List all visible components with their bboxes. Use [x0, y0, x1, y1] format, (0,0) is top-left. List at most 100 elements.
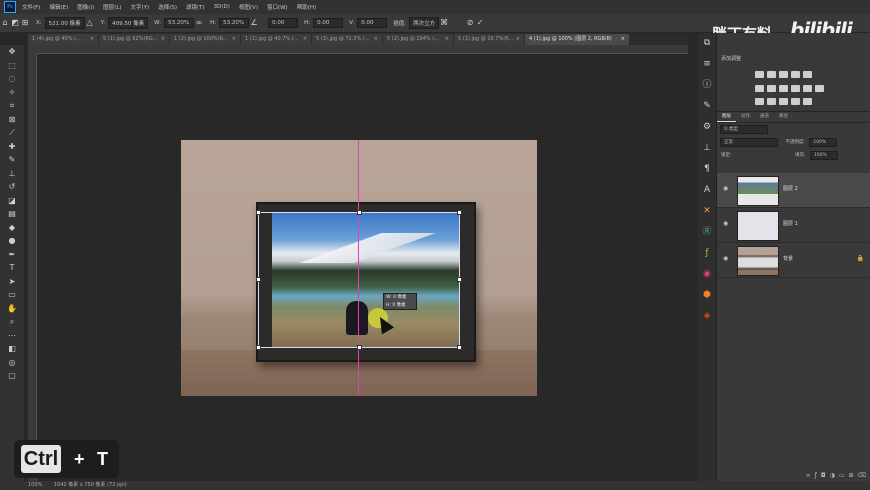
color-balance-icon[interactable]: [767, 85, 776, 92]
invert-icon[interactable]: [755, 98, 764, 105]
menu-edit[interactable]: 编辑(E): [49, 3, 68, 11]
zoom-level[interactable]: 100%: [28, 482, 42, 488]
warp-icon[interactable]: ⌘: [439, 18, 449, 28]
doc-tab[interactable]: 1 (4).jpg @ 40% (... ×: [28, 34, 98, 45]
layer-name[interactable]: 背景: [783, 255, 793, 262]
character-panel-icon[interactable]: A: [698, 180, 716, 201]
menu-file[interactable]: 文件(F): [22, 3, 40, 11]
eyedropper-tool-icon[interactable]: ⟋: [0, 126, 24, 140]
commit-transform-icon[interactable]: ✓: [475, 18, 485, 28]
menu-3d[interactable]: 3D(D): [214, 4, 230, 10]
visibility-eye-icon[interactable]: ◉: [723, 255, 731, 262]
exposure-icon[interactable]: [791, 71, 800, 78]
hue-saturation-icon[interactable]: [755, 85, 764, 92]
transform-handle-top-left[interactable]: [256, 210, 261, 215]
rotation-input[interactable]: 0.00: [268, 18, 299, 28]
document-info[interactable]: 1042 像素 x 750 像素 (72 ppi): [54, 482, 127, 488]
cancel-transform-icon[interactable]: ⊘: [465, 18, 475, 28]
color-lookup-icon[interactable]: [815, 85, 824, 92]
screen-mode-icon[interactable]: ▢: [0, 369, 24, 383]
menu-image[interactable]: 图像(I): [77, 3, 94, 11]
move-tool-icon[interactable]: ✥: [0, 45, 24, 59]
doc-tab-active[interactable]: 4 (1).jpg @ 100% (图层 2, RGB/8) ×: [525, 34, 629, 45]
vibrance-icon[interactable]: [803, 71, 812, 78]
blend-mode-select[interactable]: 正常: [720, 138, 778, 147]
type-tool-icon[interactable]: T: [0, 261, 24, 275]
transform-handle-top[interactable]: [357, 210, 362, 215]
channel-mixer-icon[interactable]: [803, 85, 812, 92]
zoom-tool-icon[interactable]: ⌕: [0, 315, 24, 329]
height-input[interactable]: 53.20%: [219, 18, 250, 28]
photo-filter-icon[interactable]: [791, 85, 800, 92]
add-mask-icon[interactable]: ◘: [821, 472, 830, 479]
close-icon[interactable]: ×: [445, 34, 449, 45]
black-white-icon[interactable]: [779, 85, 788, 92]
adjustment-layer-icon[interactable]: ◑: [830, 472, 839, 479]
layer-name[interactable]: 图层 2: [783, 185, 798, 192]
new-layer-icon[interactable]: ⊞: [848, 472, 857, 479]
rectangle-tool-icon[interactable]: ▭: [0, 288, 24, 302]
doc-tab[interactable]: 5 (2).jpg @ 194% (... ×: [383, 34, 453, 45]
brightness-icon[interactable]: [755, 71, 764, 78]
menu-filter[interactable]: 滤镜(T): [186, 3, 205, 11]
plugin-ra-icon[interactable]: Ⓡ: [698, 222, 716, 243]
close-icon[interactable]: ×: [90, 34, 94, 45]
gradient-map-icon[interactable]: [803, 98, 812, 105]
transform-handle-bottom-left[interactable]: [256, 345, 261, 350]
doc-tab[interactable]: 5 (1).jpg @ 16.7%(R... ×: [454, 34, 524, 45]
close-icon[interactable]: ×: [303, 34, 307, 45]
dodge-tool-icon[interactable]: ●: [0, 234, 24, 248]
brush-panel-icon[interactable]: ✎: [698, 96, 716, 117]
transform-handle-bottom[interactable]: [357, 345, 362, 350]
close-icon[interactable]: ×: [232, 34, 236, 45]
tab-actions[interactable]: 动作: [736, 112, 755, 122]
fill-input[interactable]: 100%: [809, 151, 838, 160]
threshold-icon[interactable]: [779, 98, 788, 105]
home-icon[interactable]: ⌂: [0, 18, 10, 28]
spot-healing-tool-icon[interactable]: ✚: [0, 140, 24, 154]
color-swatches-icon[interactable]: ◧: [0, 342, 24, 356]
menu-select[interactable]: 选择(S): [158, 3, 177, 11]
lasso-tool-icon[interactable]: ◌: [0, 72, 24, 86]
curves-icon[interactable]: [779, 71, 788, 78]
close-icon[interactable]: ×: [621, 34, 625, 45]
edit-toolbar-icon[interactable]: ⋯: [0, 329, 24, 343]
marquee-tool-icon[interactable]: ⬚: [0, 59, 24, 73]
vertical-ruler[interactable]: [28, 53, 37, 481]
close-icon[interactable]: ×: [161, 34, 165, 45]
doc-tab[interactable]: 1 (2).jpg @ 100%(R... ×: [170, 34, 240, 45]
path-selection-tool-icon[interactable]: ➤: [0, 275, 24, 289]
close-icon[interactable]: ×: [516, 34, 520, 45]
plugin-ff-icon[interactable]: ƒ: [698, 243, 716, 264]
posterize-icon[interactable]: [767, 98, 776, 105]
brush-tool-icon[interactable]: ✎: [0, 153, 24, 167]
kind-filter-select[interactable]: Q 类型: [720, 125, 768, 134]
magic-wand-tool-icon[interactable]: ✧: [0, 86, 24, 100]
layer-row[interactable]: ◉ 图层 1: [717, 208, 870, 243]
visibility-eye-icon[interactable]: ◉: [723, 185, 731, 192]
menu-type[interactable]: 文字(Y): [131, 3, 150, 11]
plugin-orange-icon[interactable]: ◈: [698, 306, 716, 327]
delete-layer-icon[interactable]: ⌫: [858, 472, 870, 479]
reference-point-icon[interactable]: ⊞: [20, 18, 30, 28]
plugin-cube-icon[interactable]: ⬢: [698, 285, 716, 306]
menu-window[interactable]: 窗口(W): [267, 3, 288, 11]
properties-panel-icon[interactable]: ≡: [698, 54, 716, 75]
pen-tool-icon[interactable]: ✒: [0, 248, 24, 262]
doc-tab[interactable]: 1 (1).jpg @ 40.7% (... ×: [241, 34, 311, 45]
doc-tab[interactable]: 5 (3).jpg @ 72.3% (... ×: [312, 34, 382, 45]
move-tool-preset-icon[interactable]: ◩: [10, 18, 20, 28]
relative-position-icon[interactable]: △: [85, 18, 95, 28]
tab-layers[interactable]: 图层: [717, 112, 736, 122]
quick-mask-icon[interactable]: ◎: [0, 356, 24, 370]
selective-color-icon[interactable]: [791, 98, 800, 105]
h-skew-input[interactable]: 0.00: [313, 18, 344, 28]
paragraph-panel-icon[interactable]: ¶: [698, 159, 716, 180]
levels-icon[interactable]: [767, 71, 776, 78]
transform-handle-right[interactable]: [457, 277, 462, 282]
layer-row[interactable]: ◉ 图层 2: [717, 173, 870, 208]
brush-settings-icon[interactable]: ⚙: [698, 117, 716, 138]
menu-help[interactable]: 帮助(H): [297, 3, 316, 11]
transform-handle-bottom-right[interactable]: [457, 345, 462, 350]
close-icon[interactable]: ×: [374, 34, 378, 45]
